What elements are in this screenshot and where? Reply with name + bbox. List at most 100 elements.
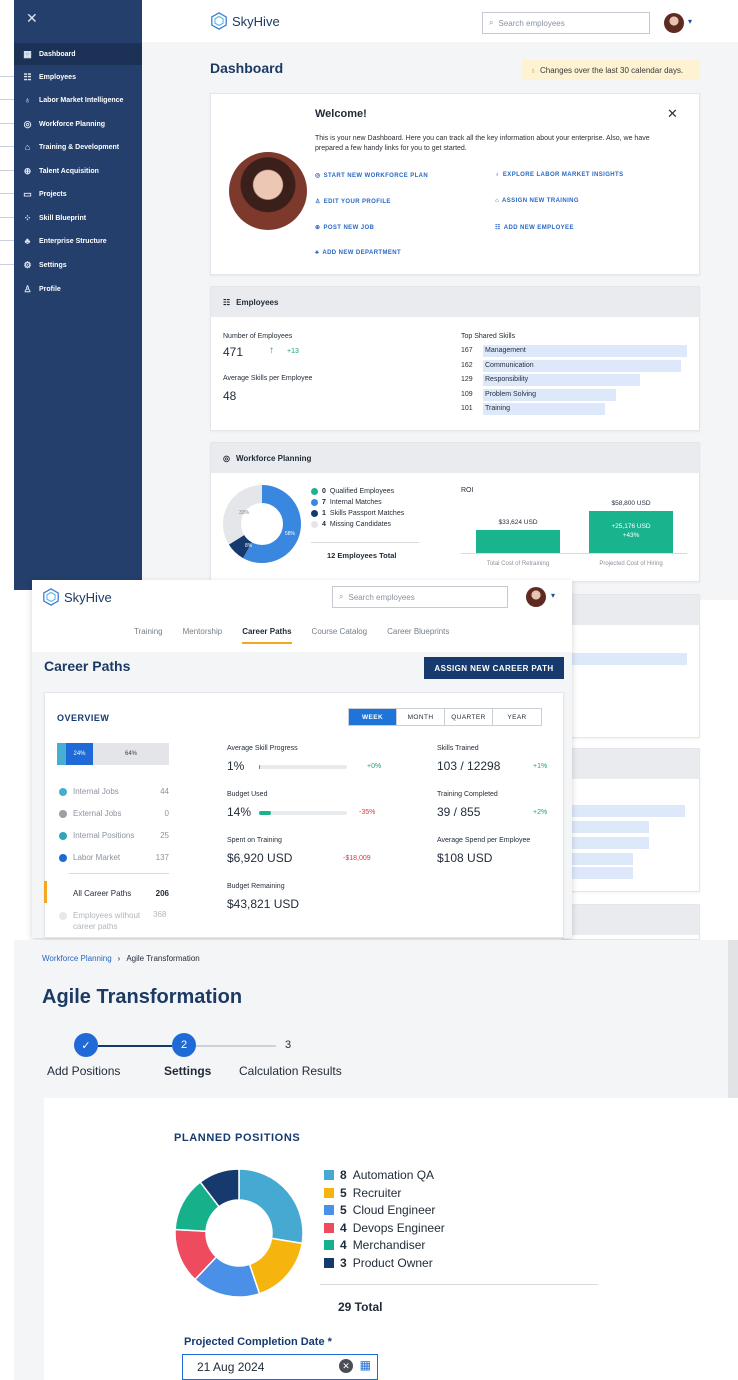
step-3-circle[interactable]: 3 xyxy=(276,1033,300,1057)
roi-label-hiring: Projected Cost of Hiring xyxy=(599,561,663,567)
edit-profile-link[interactable]: ♙ EDIT YOUR PROFILE xyxy=(315,198,391,206)
link-label: EDIT YOUR PROFILE xyxy=(323,198,391,205)
avatar[interactable] xyxy=(664,13,684,33)
legend-dot xyxy=(311,488,318,495)
explore-labor-market-link[interactable]: ♁ EXPLORE LABOR MARKET INSIGHTS xyxy=(495,172,624,178)
close-icon[interactable]: ✕ xyxy=(26,10,38,27)
avg-skills-value: 48 xyxy=(223,389,237,403)
tab-career-paths[interactable]: Career Paths xyxy=(242,627,292,644)
budget-remaining-value: $43,821 USD xyxy=(227,897,300,911)
legend-dot xyxy=(59,809,67,818)
sidebar-item-dashboard[interactable]: ▦ Dashboard xyxy=(14,43,142,65)
employees-card-header: ☷ Employees xyxy=(211,287,699,317)
legend-item[interactable]: Internal Positions 25 xyxy=(59,831,169,840)
background-card-header xyxy=(563,905,699,935)
row-count: 206 xyxy=(155,889,169,898)
without-paths-count: 368 xyxy=(153,910,167,919)
completion-date-label: Projected Completion Date * xyxy=(184,1336,332,1348)
all-career-paths-row[interactable]: All Career Paths 206 xyxy=(73,889,169,898)
legend-dot xyxy=(59,831,67,840)
tick xyxy=(0,76,14,77)
start-workforce-plan-link[interactable]: ◎ START NEW WORKFORCE PLAN xyxy=(315,172,428,180)
completion-date-input[interactable]: 21 Aug 2024 ✕ ▦ xyxy=(182,1354,378,1380)
step-1-circle[interactable]: ✓ xyxy=(74,1033,98,1057)
brand-logo[interactable]: SkyHive xyxy=(210,12,280,30)
date-value: 21 Aug 2024 xyxy=(197,1360,265,1374)
sidebar-item-training[interactable]: ⌂ Training & Development xyxy=(14,136,142,158)
tab-bar: Training Mentorship Career Paths Course … xyxy=(134,627,449,644)
period-quarter[interactable]: QUARTER xyxy=(445,709,493,725)
background-bar xyxy=(563,821,649,833)
sidebar-item-skill-blueprint[interactable]: ⁘ Skill Blueprint xyxy=(14,207,142,229)
legend-text: Internal Matches xyxy=(329,499,382,506)
avg-spend-label: Average Spend per Employee xyxy=(437,837,531,844)
avg-spend-value: $108 USD xyxy=(437,851,493,865)
legend-dot xyxy=(311,521,318,528)
legend-label: Labor Market xyxy=(73,853,121,862)
assign-training-link[interactable]: ⌂ ASSIGN NEW TRAINING xyxy=(495,198,579,204)
chevron-down-icon[interactable]: ▾ xyxy=(688,17,692,26)
sidebar-item-settings[interactable]: ⚙ Settings xyxy=(14,254,142,276)
legend-text: Missing Candidates xyxy=(329,521,391,528)
tick xyxy=(0,217,14,218)
period-selector: WEEK MONTH QUARTER YEAR xyxy=(348,708,542,726)
roi-bar-retraining xyxy=(476,530,560,553)
sidebar-item-label: Labor Market Intelligence xyxy=(39,96,124,104)
sidebar: ✕ ▦ Dashboard ☷ Employees ♁ Labor Market In… xyxy=(14,0,142,590)
tab-mentorship[interactable]: Mentorship xyxy=(183,627,223,644)
step-2-label: Settings xyxy=(164,1064,212,1078)
breadcrumb-parent[interactable]: Workforce Planning xyxy=(42,954,112,963)
card-title: Workforce Planning xyxy=(235,453,312,463)
clear-icon[interactable]: ✕ xyxy=(339,1359,353,1373)
step-2-circle[interactable]: 2 xyxy=(172,1033,196,1057)
legend-count: 4 xyxy=(340,1238,347,1252)
calendar-icon[interactable]: ▦ xyxy=(360,1358,371,1372)
legend-count: 1 xyxy=(322,510,326,517)
add-department-link[interactable]: ♣ ADD NEW DEPARTMENT xyxy=(315,250,401,256)
sidebar-item-talent-acquisition[interactable]: ⊕ Talent Acquisition xyxy=(14,160,142,182)
tab-course-catalog[interactable]: Course Catalog xyxy=(312,627,368,644)
legend-count: 25 xyxy=(160,831,169,840)
legend-item[interactable]: Labor Market 137 xyxy=(59,853,169,862)
period-week[interactable]: WEEK xyxy=(349,709,397,725)
background-card xyxy=(562,904,700,940)
legend-divider xyxy=(311,542,419,543)
spent-on-training-delta: -$18,009 xyxy=(343,855,371,862)
roi-bar-hiring-value: $58,800 USD xyxy=(611,500,651,507)
legend-item[interactable]: External Jobs 0 xyxy=(59,809,169,818)
without-paths-label[interactable]: Employees without career paths xyxy=(73,910,145,932)
close-icon[interactable]: ✕ xyxy=(667,106,678,122)
roi-bar-hiring-pct: +43% xyxy=(622,532,640,539)
sidebar-item-employees[interactable]: ☷ Employees xyxy=(14,66,142,88)
sidebar-item-profile[interactable]: ♙ Profile xyxy=(14,278,142,300)
tab-career-blueprints[interactable]: Career Blueprints xyxy=(387,627,449,644)
sidebar-item-enterprise-structure[interactable]: ♣ Enterprise Structure xyxy=(14,230,142,252)
employees-card: ☷ Employees Number of Employees 471 ↑ +13… xyxy=(210,286,700,431)
period-year[interactable]: YEAR xyxy=(493,709,541,725)
brand-logo[interactable]: SkyHive xyxy=(42,588,112,606)
search-input[interactable]: ⌕ Search employees xyxy=(332,586,508,608)
page-title: Career Paths xyxy=(44,658,131,674)
legend-item: 1 Skills Passport Matches xyxy=(311,510,404,517)
chevron-down-icon[interactable]: ▾ xyxy=(551,591,555,600)
period-month[interactable]: MONTH xyxy=(397,709,445,725)
graduation-cap-icon: ⌂ xyxy=(24,142,31,152)
sidebar-item-label: Settings xyxy=(39,261,67,269)
tab-training[interactable]: Training xyxy=(134,627,163,644)
search-placeholder: Search employees xyxy=(498,18,565,28)
page-title: Dashboard xyxy=(210,60,284,76)
top-skills-title: Top Shared Skills xyxy=(461,333,516,340)
avatar[interactable] xyxy=(526,587,546,607)
legend-swatch xyxy=(324,1257,334,1268)
post-job-link[interactable]: ⊕ POST NEW JOB xyxy=(315,224,374,232)
main-content: SkyHive ⌕ Search employees ▾ Dashboard ♁… xyxy=(142,0,738,738)
sidebar-item-projects[interactable]: ▭ Projects xyxy=(14,183,142,205)
search-input[interactable]: ⌕ Search employees xyxy=(482,12,650,34)
add-employee-link[interactable]: ☷ ADD NEW EMPLOYEE xyxy=(495,224,574,232)
sidebar-item-label: Profile xyxy=(39,285,61,293)
sidebar-item-labor-market[interactable]: ♁ Labor Market Intelligence xyxy=(14,89,142,111)
assign-career-path-button[interactable]: ASSIGN NEW CAREER PATH xyxy=(424,657,564,679)
skill-count: 109 xyxy=(461,390,473,398)
legend-item[interactable]: Internal Jobs 44 xyxy=(59,787,169,796)
sidebar-item-workforce-planning[interactable]: ◎ Workforce Planning xyxy=(14,113,142,135)
